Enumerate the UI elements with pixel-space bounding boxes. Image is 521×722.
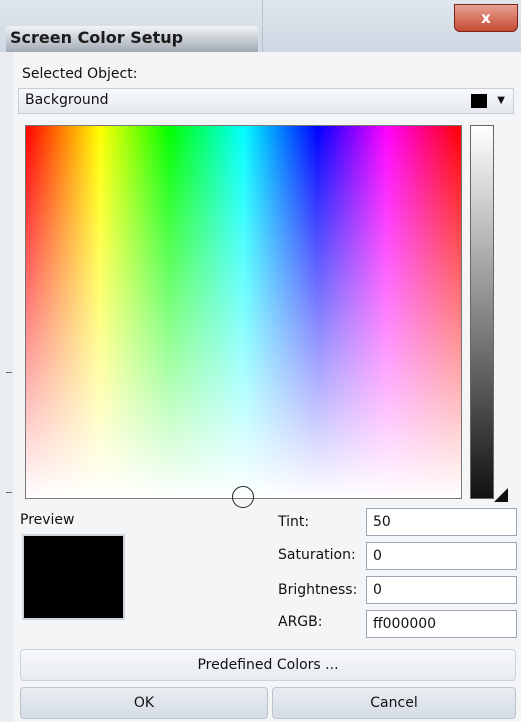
title-divider	[262, 0, 263, 52]
close-icon: x	[481, 9, 491, 27]
ok-button[interactable]: OK	[20, 687, 268, 719]
chevron-down-icon: ▼	[497, 95, 505, 106]
dialog-title: Screen Color Setup	[10, 28, 184, 47]
selected-object-value: Background	[25, 92, 109, 108]
saturation-input[interactable]: 0	[366, 542, 517, 570]
selected-object-label: Selected Object:	[22, 66, 138, 82]
argb-label: ARGB:	[278, 614, 323, 630]
brightness-label: Brightness:	[278, 582, 358, 598]
selected-object-dropdown[interactable]: Background ▼	[18, 88, 514, 114]
spectrum-fade-layer	[26, 126, 461, 498]
picker-circle-icon[interactable]	[232, 486, 254, 508]
edge-tick	[6, 372, 12, 373]
color-swatch	[471, 94, 487, 108]
predefined-colors-button[interactable]: Predefined Colors ...	[20, 649, 516, 681]
slider-handle-icon[interactable]	[494, 488, 508, 502]
screen-color-setup-dialog: Screen Color Setup x Selected Object: Ba…	[0, 0, 521, 722]
close-button[interactable]: x	[454, 4, 518, 32]
brightness-input[interactable]: 0	[366, 576, 517, 604]
edge-tick	[6, 492, 12, 493]
preview-label: Preview	[20, 512, 75, 528]
tint-label: Tint:	[278, 514, 310, 530]
saturation-label: Saturation:	[278, 547, 356, 563]
left-edge	[0, 52, 14, 722]
brightness-slider[interactable]	[470, 125, 494, 499]
preview-swatch	[22, 534, 125, 620]
color-spectrum[interactable]	[25, 125, 462, 499]
title-bar: Screen Color Setup x	[0, 0, 521, 54]
cancel-button[interactable]: Cancel	[272, 687, 516, 719]
argb-input[interactable]: ff000000	[366, 610, 517, 638]
tint-input[interactable]: 50	[366, 508, 517, 536]
